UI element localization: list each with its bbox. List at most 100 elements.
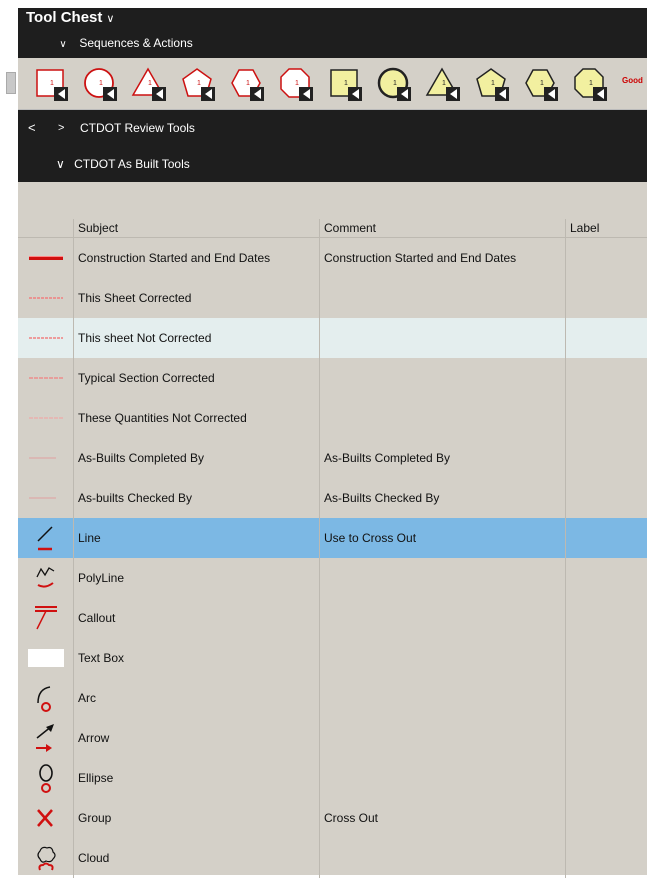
- subject-cell[interactable]: Cloud: [74, 838, 320, 878]
- table-row[interactable]: Ellipse: [18, 758, 647, 798]
- subject-cell[interactable]: As-builts Checked By: [74, 478, 320, 518]
- table-row[interactable]: Arc: [18, 678, 647, 718]
- circle-red-stamp-button[interactable]: 1: [81, 64, 119, 102]
- svg-text:1: 1: [589, 80, 593, 87]
- comment-cell[interactable]: [320, 358, 566, 398]
- hexagon-red-stamp-button[interactable]: 1: [228, 64, 266, 102]
- table-row[interactable]: Typical Section Corrected: [18, 358, 647, 398]
- icon-column-header[interactable]: [18, 219, 74, 237]
- section-sequences-actions[interactable]: ∨ Sequences & Actions: [18, 28, 647, 58]
- subject-cell[interactable]: Callout: [74, 598, 320, 638]
- comment-cell[interactable]: As-Builts Completed By: [320, 438, 566, 478]
- table-row[interactable]: Arrow: [18, 718, 647, 758]
- label-cell[interactable]: [566, 798, 647, 838]
- subject-cell[interactable]: Arrow: [74, 718, 320, 758]
- panel-header[interactable]: Tool Chest ∨: [18, 8, 647, 28]
- section-ctdot-as-built-tools[interactable]: ∨ CTDOT As Built Tools: [18, 146, 647, 182]
- chevron-down-icon[interactable]: ∨: [56, 30, 70, 60]
- subject-text: Text Box: [78, 651, 125, 665]
- overflow-stamp-label[interactable]: Good: [622, 76, 643, 85]
- section-ctdot-review-tools[interactable]: < > CTDOT Review Tools: [18, 110, 647, 146]
- subject-cell[interactable]: Construction Started and End Dates: [74, 238, 320, 278]
- circle-yellow-stamp-button[interactable]: 1: [375, 64, 413, 102]
- row-icon-cell: [18, 598, 74, 638]
- label-cell[interactable]: [566, 838, 647, 878]
- triangle-red-stamp-button[interactable]: 1: [130, 64, 168, 102]
- pentagon-red-stamp-button[interactable]: 1: [179, 64, 217, 102]
- label-cell[interactable]: [566, 278, 647, 318]
- comment-cell[interactable]: [320, 398, 566, 438]
- ellipse-icon: [38, 764, 53, 793]
- subject-cell[interactable]: Text Box: [74, 638, 320, 678]
- table-row[interactable]: As-Builts Completed By As-Builts Complete…: [18, 438, 647, 478]
- comment-cell[interactable]: Use to Cross Out: [320, 518, 566, 558]
- table-row[interactable]: This Sheet Corrected: [18, 278, 647, 318]
- comment-cell[interactable]: [320, 638, 566, 678]
- subject-cell[interactable]: As-Builts Completed By: [74, 438, 320, 478]
- label-cell[interactable]: [566, 558, 647, 598]
- hexagon-yellow-stamp-button[interactable]: 1: [522, 64, 560, 102]
- table-row[interactable]: PolyLine: [18, 558, 647, 598]
- label-cell[interactable]: [566, 758, 647, 798]
- table-row[interactable]: Group Cross Out: [18, 798, 647, 838]
- comment-text: Use to Cross Out: [324, 531, 417, 545]
- table-row[interactable]: Cloud: [18, 838, 647, 878]
- comment-cell[interactable]: [320, 758, 566, 798]
- row-icon-cell: [18, 638, 74, 678]
- table-row[interactable]: These Quantities Not Corrected: [18, 398, 647, 438]
- table-row[interactable]: Callout: [18, 598, 647, 638]
- column-header-subject[interactable]: Subject: [74, 219, 320, 237]
- column-header-comment[interactable]: Comment: [320, 219, 566, 237]
- subject-cell[interactable]: Line: [74, 518, 320, 558]
- subject-cell[interactable]: This Sheet Corrected: [74, 278, 320, 318]
- label-cell[interactable]: [566, 238, 647, 278]
- chevron-right-icon[interactable]: >: [58, 110, 64, 146]
- pentagon-yellow-stamp-button[interactable]: 1: [473, 64, 511, 102]
- label-cell[interactable]: [566, 478, 647, 518]
- triangle-yellow-stamp-button[interactable]: 1: [424, 64, 462, 102]
- subject-cell[interactable]: Arc: [74, 678, 320, 718]
- octagon-yellow-stamp-button[interactable]: 1: [571, 64, 609, 102]
- comment-cell[interactable]: [320, 558, 566, 598]
- svg-text:1: 1: [295, 80, 299, 87]
- table-row[interactable]: Construction Started and End Dates Constr…: [18, 238, 647, 278]
- label-cell[interactable]: [566, 518, 647, 558]
- column-header-label[interactable]: Label: [566, 219, 647, 237]
- label-cell[interactable]: [566, 598, 647, 638]
- table-row[interactable]: This sheet Not Corrected: [18, 318, 647, 358]
- label-cell[interactable]: [566, 638, 647, 678]
- label-cell[interactable]: [566, 318, 647, 358]
- subject-cell[interactable]: Ellipse: [74, 758, 320, 798]
- octagon-red-stamp-button[interactable]: 1: [277, 64, 315, 102]
- comment-cell[interactable]: Cross Out: [320, 798, 566, 838]
- comment-cell[interactable]: [320, 278, 566, 318]
- label-cell[interactable]: [566, 438, 647, 478]
- subject-cell[interactable]: Group: [74, 798, 320, 838]
- label-cell[interactable]: [566, 358, 647, 398]
- chevron-down-icon[interactable]: ∨: [106, 13, 114, 25]
- arrow-icon: [35, 724, 54, 752]
- table-row[interactable]: Text Box: [18, 638, 647, 678]
- square-red-stamp-button[interactable]: 1: [32, 64, 70, 102]
- subject-cell[interactable]: PolyLine: [74, 558, 320, 598]
- comment-cell[interactable]: As-Builts Checked By: [320, 478, 566, 518]
- comment-cell[interactable]: [320, 678, 566, 718]
- table-row[interactable]: Line Use to Cross Out: [18, 518, 647, 558]
- window-splitter-handle[interactable]: [6, 72, 16, 94]
- subject-cell[interactable]: Typical Section Corrected: [74, 358, 320, 398]
- comment-cell[interactable]: [320, 718, 566, 758]
- chevron-down-icon[interactable]: ∨: [56, 157, 65, 171]
- back-arrow-icon[interactable]: <: [28, 110, 36, 146]
- label-cell[interactable]: [566, 398, 647, 438]
- comment-cell[interactable]: [320, 838, 566, 878]
- subject-cell[interactable]: This sheet Not Corrected: [74, 318, 320, 358]
- square-yellow-stamp-button[interactable]: 1: [326, 64, 364, 102]
- row-icon-cell: [18, 758, 74, 798]
- subject-cell[interactable]: These Quantities Not Corrected: [74, 398, 320, 438]
- label-cell[interactable]: [566, 718, 647, 758]
- comment-cell[interactable]: [320, 598, 566, 638]
- label-cell[interactable]: [566, 678, 647, 718]
- comment-cell[interactable]: [320, 318, 566, 358]
- table-row[interactable]: As-builts Checked By As-Builts Checked By: [18, 478, 647, 518]
- comment-cell[interactable]: Construction Started and End Dates: [320, 238, 566, 278]
